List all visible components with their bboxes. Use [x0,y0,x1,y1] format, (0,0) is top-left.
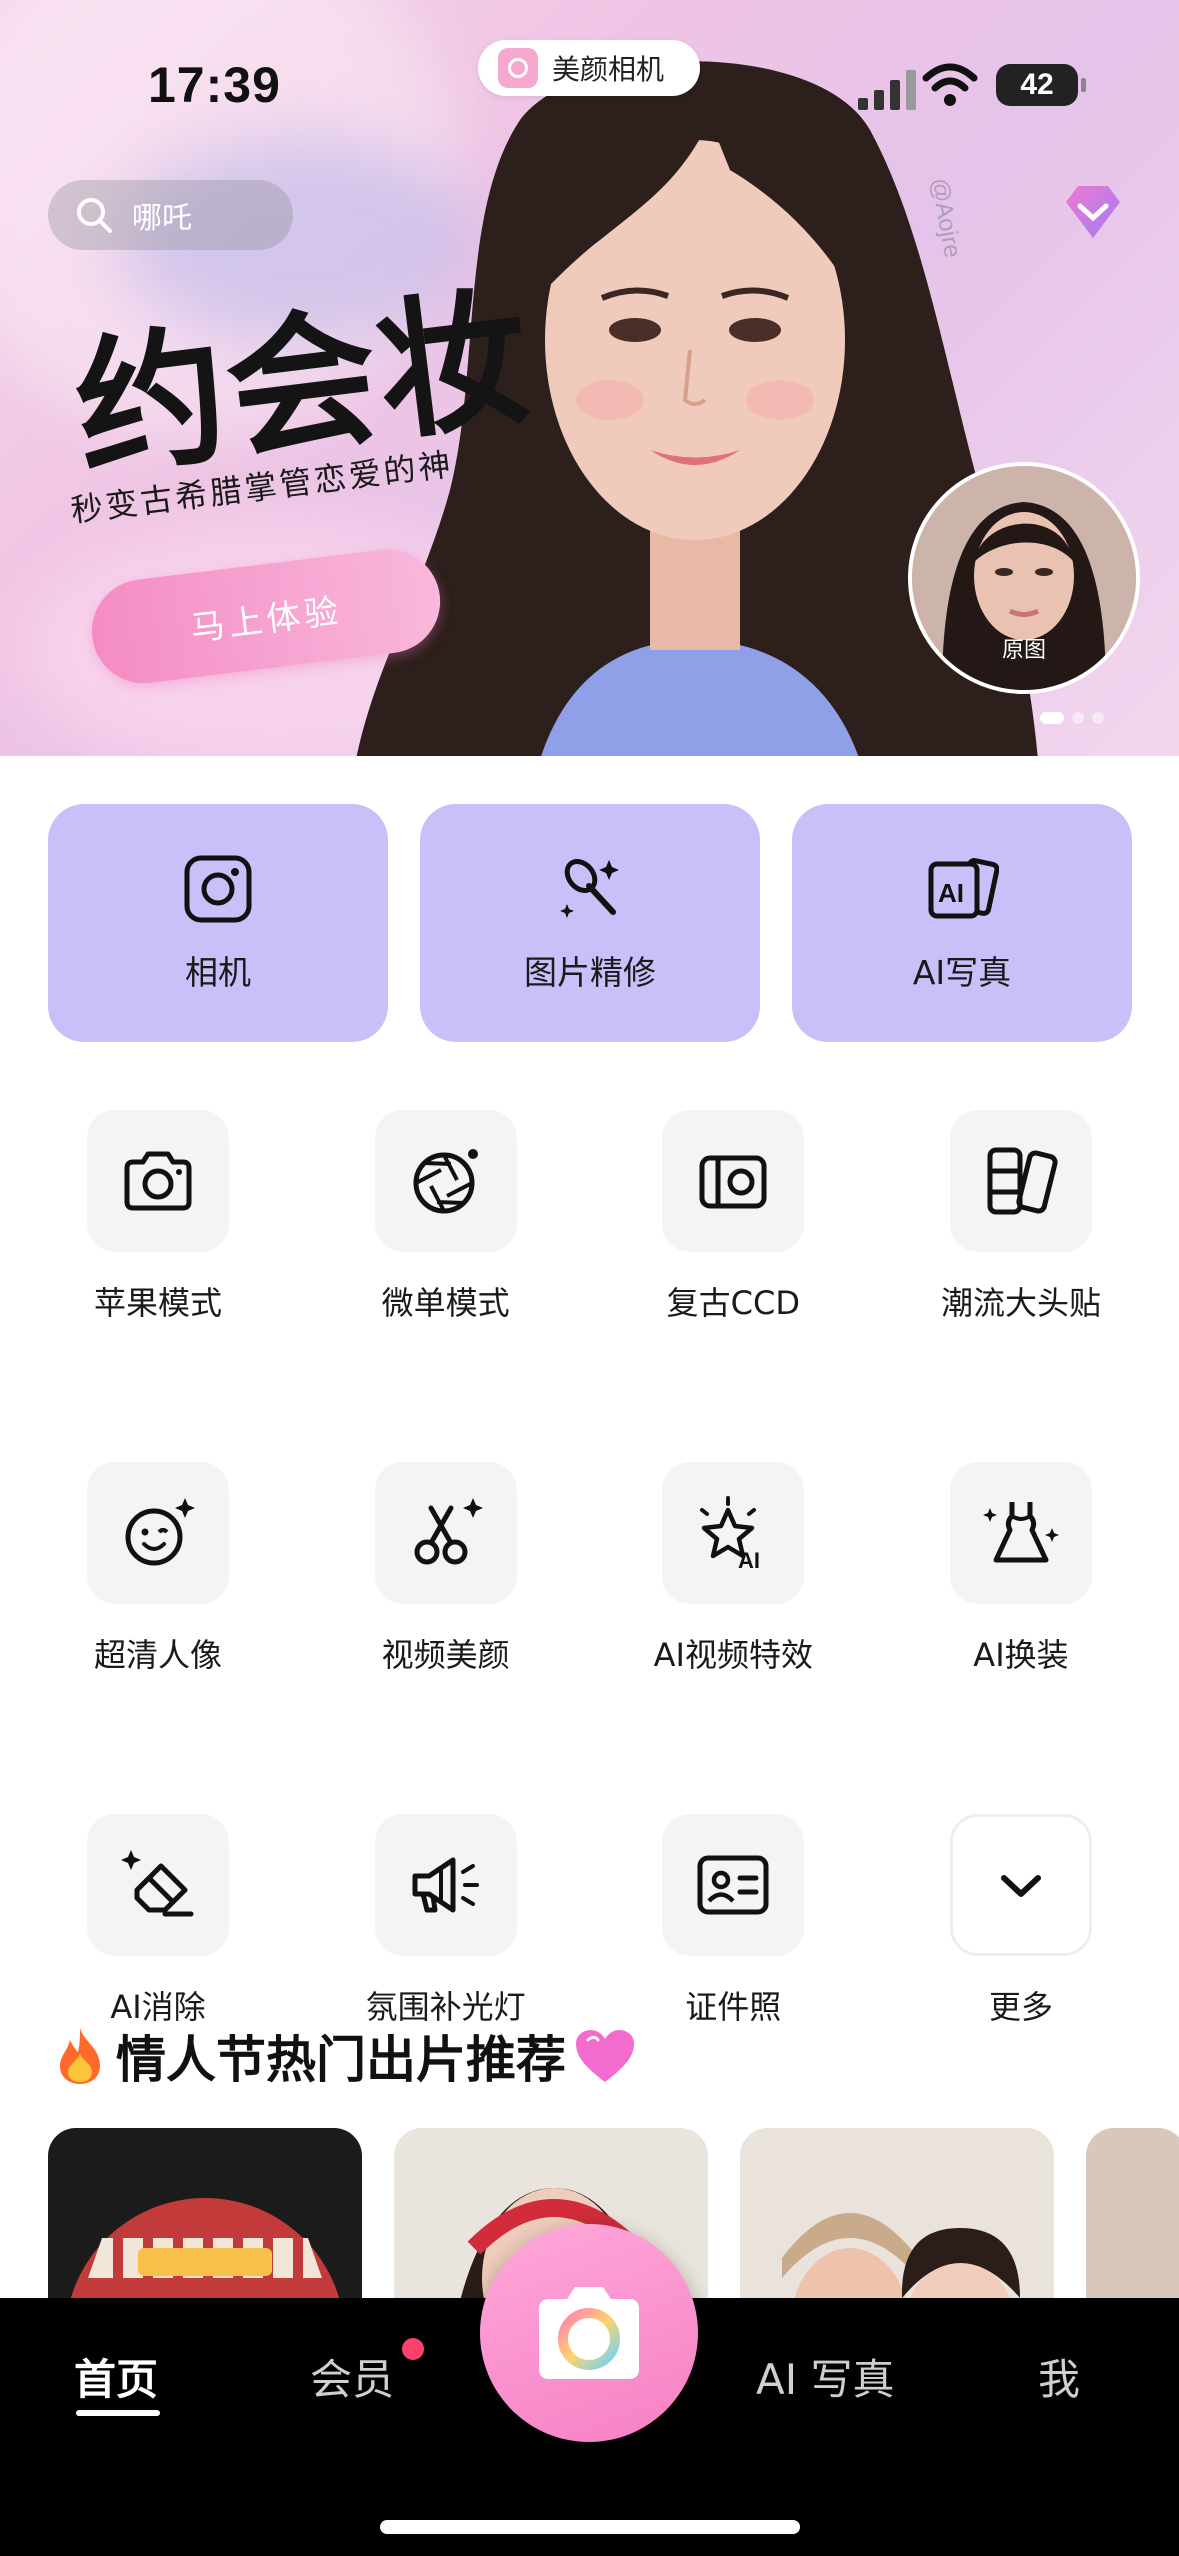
svg-text:AI: AI [938,878,964,908]
more-label: 更多 [988,1988,1053,2026]
wifi-icon [922,63,978,106]
mirrorless-mode-item[interactable]: 微单模式 [336,1110,556,1324]
more-item[interactable]: 更多 [911,1814,1131,2028]
brush-icon [560,859,619,918]
hero-banner[interactable]: 17:39 美颜相机 42 哪吒 @Aojre 约会妆 秒变古希腊掌管恋爱的神 … [0,0,1179,756]
aperture-icon [413,1149,478,1214]
ai-outfit-item[interactable]: AI换装 [911,1462,1131,1676]
app-indicator-pill[interactable]: 美颜相机 [478,40,700,96]
pagination-dot [1072,712,1084,724]
camera-shutter-icon [539,2287,639,2379]
retro-ccd-item[interactable]: 复古CCD [623,1110,843,1324]
photo-sticker-label: 潮流大头贴 [940,1284,1101,1322]
feature-grid: 苹果模式 微单模式 复古CCD 潮流大头贴 超清人像 视频美颜 AI AI视频特… [48,1110,1131,2028]
home-indicator [380,2520,800,2534]
beautycam-icon [498,48,538,88]
search-placeholder: 哪吒 [132,201,192,236]
hd-portrait-item[interactable]: 超清人像 [48,1462,268,1676]
id-photo-label: 证件照 [685,1988,782,2026]
ai-eraser-item[interactable]: AI消除 [48,1814,268,2028]
ai-star-icon: AI [700,1496,760,1572]
original-label: 原图 [1001,638,1046,663]
eraser-icon [121,1850,194,1917]
camera-icon [184,855,252,923]
photo-sticker-item[interactable]: 潮流大头贴 [911,1110,1131,1324]
banner-pagination [1040,712,1104,724]
section-header: 情人节热门出片推荐 [52,2020,636,2092]
apple-mode-item[interactable]: 苹果模式 [48,1110,268,1324]
ai-photo-tile-label: AI写真 [912,953,1012,992]
battery-indicator: 42 [996,64,1086,106]
megaphone-light-icon [412,1857,479,1913]
id-card-icon [697,1855,769,1915]
original-photo-thumbnail[interactable]: 原图 [908,462,1140,694]
photo-strip-icon [987,1147,1058,1215]
smile-face-icon [125,1498,195,1566]
ai-outfit-label: AI换装 [973,1636,1069,1674]
ai-photo-icon: AI [928,858,999,919]
fire-icon [60,2028,100,2084]
ai-photo-tile[interactable]: AI AI写真 [792,804,1132,1042]
ai-video-effects-label: AI视频特效 [653,1636,813,1674]
nav-me[interactable]: 我 [1038,2346,1080,2407]
id-photo-item[interactable]: 证件照 [623,1814,843,2028]
status-time: 17:39 [148,57,281,113]
mirrorless-mode-label: 微单模式 [381,1284,510,1322]
camera-outline-icon [124,1151,192,1211]
apple-mode-label: 苹果模式 [93,1284,222,1322]
camera-fab-button[interactable] [480,2224,698,2442]
dress-icon [982,1502,1059,1563]
vip-diamond-icon[interactable] [1058,180,1128,244]
photo-retouch-tile[interactable]: 图片精修 [420,804,760,1042]
ai-video-effects-item[interactable]: AI AI视频特效 [623,1462,843,1676]
hd-portrait-label: 超清人像 [93,1636,222,1674]
nav-ai-photo[interactable]: AI 写真 [756,2346,894,2407]
video-beauty-item[interactable]: 视频美颜 [336,1462,556,1676]
chevron-down-icon [1000,1875,1041,1897]
cellular-signal-icon [858,70,916,110]
primary-feature-tiles: 相机 图片精修 AI AI写真 [48,804,1132,1042]
app-indicator-label: 美颜相机 [552,53,665,86]
nav-home[interactable]: 首页 [74,2346,158,2407]
pagination-dot [1092,712,1104,724]
heart-icon [576,2030,634,2082]
retro-ccd-label: 复古CCD [666,1284,800,1322]
photo-retouch-tile-label: 图片精修 [524,953,656,992]
ambient-fill-light-item[interactable]: 氛围补光灯 [336,1814,556,2028]
notification-dot [402,2338,424,2360]
nav-membership[interactable]: 会员 [310,2346,394,2407]
camera-tile[interactable]: 相机 [48,804,388,1042]
search-bar[interactable]: 哪吒 [48,180,293,250]
nav-active-indicator [76,2410,160,2416]
search-icon [77,198,112,233]
pagination-dot-active [1040,712,1064,724]
svg-text:AI: AI [738,1548,760,1572]
scissors-icon [414,1498,483,1565]
video-beauty-label: 视频美颜 [381,1636,510,1674]
ccd-camera-icon [699,1155,767,1209]
camera-tile-label: 相机 [185,953,251,992]
section-title: 情人节热门出片推荐 [116,2031,566,2089]
